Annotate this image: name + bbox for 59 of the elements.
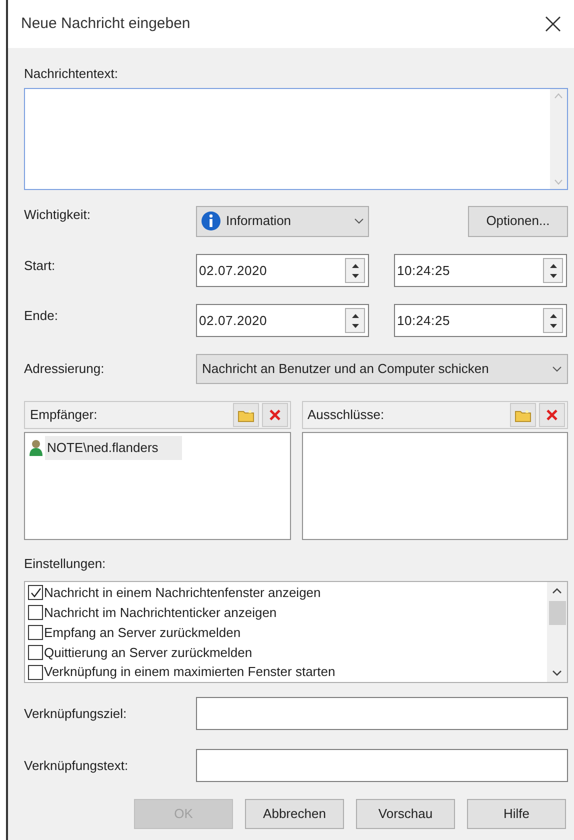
spin-buttons[interactable] — [345, 258, 365, 283]
field-label: Einstellungen: — [24, 555, 107, 572]
close-icon — [545, 16, 561, 32]
date-field[interactable]: 02.07.2020 — [196, 304, 369, 337]
panel-title: Empfänger: — [30, 406, 98, 424]
spin-buttons[interactable] — [543, 258, 563, 283]
field-label: Ende: — [24, 307, 59, 325]
scrollbar[interactable] — [550, 89, 567, 189]
scroll-down-icon — [552, 670, 562, 676]
checkbox-label: Nachricht im Nachrichtenticker anzeigen — [44, 604, 277, 622]
list-box[interactable]: NOTE\ned.flanders — [24, 432, 290, 540]
checkbox[interactable] — [28, 644, 43, 660]
field-label: Nachrichtentext: — [24, 65, 119, 82]
list-box[interactable] — [302, 432, 568, 540]
scroll-down-icon — [554, 179, 563, 185]
scroll-up-icon — [552, 588, 562, 594]
addressing-dropdown[interactable]: Nachricht an Benutzer und an Computer schicken — [196, 354, 568, 384]
info-icon — [201, 211, 221, 231]
field-label: Verknüpfungstext: — [24, 756, 130, 775]
time-field[interactable]: 10:24:25 — [394, 254, 567, 287]
checkbox[interactable] — [28, 624, 43, 640]
field-label: Start: — [24, 257, 56, 275]
checkbox[interactable] — [28, 585, 43, 600]
checkbox-label: Empfang an Server zurückmelden — [44, 624, 241, 642]
checkbox-label: Quittierung an Server zurückmelden — [44, 644, 252, 662]
spin-buttons[interactable] — [543, 308, 563, 333]
folder-icon — [238, 408, 254, 422]
checkbox-label: Nachricht in einem Nachrichtenfenster anzeigen — [44, 584, 321, 602]
settings-list[interactable] — [24, 581, 568, 683]
delete-icon — [546, 409, 558, 421]
checkbox-label: Verknüpfung in einem maximierten Fenster starten — [44, 663, 336, 682]
message-text-area[interactable] — [24, 88, 568, 190]
date-field[interactable]: 02.07.2020 — [196, 254, 369, 287]
dialog-button[interactable]: Hilfe — [467, 799, 566, 829]
remove-button[interactable] — [539, 403, 565, 427]
field-label: Wichtigkeit: — [24, 206, 92, 224]
spin-buttons[interactable] — [345, 308, 365, 333]
time-field[interactable]: 10:24:25 — [394, 304, 567, 337]
text-input[interactable] — [196, 749, 568, 782]
window-title: Neue Nachricht eingeben — [21, 14, 190, 34]
scrollbar-thumb[interactable] — [548, 601, 566, 625]
scroll-up-icon — [554, 93, 563, 99]
scrollbar[interactable] — [547, 582, 567, 682]
dialog-button[interactable]: Abbrechen — [245, 799, 344, 829]
checkbox[interactable] — [28, 605, 43, 620]
field-label: Verknüpfungsziel: — [24, 704, 128, 723]
options-button[interactable]: Optionen... — [468, 206, 568, 236]
folder-icon — [515, 408, 531, 422]
add-button[interactable] — [232, 403, 258, 427]
remove-button[interactable] — [262, 403, 288, 427]
text-input[interactable] — [196, 697, 568, 730]
list-item[interactable]: NOTE\ned.flanders — [45, 436, 182, 460]
field-label: Adressierung: — [24, 360, 106, 378]
delete-icon — [268, 409, 280, 421]
importance-dropdown[interactable]: Information — [196, 206, 369, 236]
user-icon — [29, 438, 43, 457]
panel-title: Ausschlüsse: — [308, 406, 386, 424]
dialog-button[interactable]: Vorschau — [356, 799, 455, 829]
checkbox[interactable] — [28, 664, 43, 680]
